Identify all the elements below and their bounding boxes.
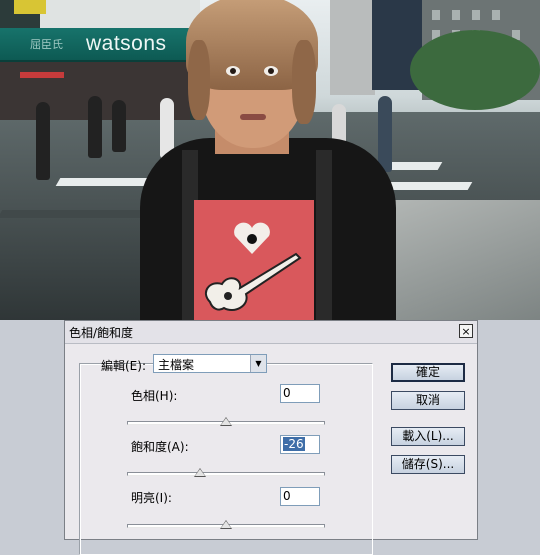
lightness-label: 明亮(I): [131,491,172,505]
person-eye [264,66,278,76]
dialog-titlebar[interactable]: 色相/飽和度 × [65,321,477,344]
hue-value: 0 [283,386,291,400]
saturation-value: -26 [283,437,305,451]
hue-saturation-dialog: 色相/飽和度 × 編輯(E): 主檔案 ▼ 色相(H): 0 飽和度(A): -… [64,320,478,555]
cancel-button[interactable]: 取消 [391,391,465,410]
edit-label: 編輯(E): [101,359,146,373]
hue-slider-thumb[interactable] [220,417,232,426]
edit-channel-value: 主檔案 [158,358,195,372]
lightness-value: 0 [283,489,291,503]
backpack-strap [316,150,332,320]
edit-channel-select[interactable]: 主檔案 ▼ [153,354,267,373]
saturation-input[interactable]: -26 [280,435,320,454]
pedestrian [112,100,126,152]
ok-button[interactable]: 確定 [391,363,465,382]
chevron-down-icon[interactable]: ▼ [250,355,266,372]
guitar-print [204,252,302,312]
yellow-sign [14,0,46,14]
person-eye [226,66,240,76]
crosswalk-shadow [0,210,153,218]
close-icon[interactable]: × [459,324,473,338]
pedestrian [36,102,50,180]
background-photo: 屈臣氏 watsons [0,0,540,320]
person-hair [292,40,316,124]
lightness-input[interactable]: 0 [280,487,320,506]
hue-label: 色相(H): [131,389,178,403]
pedestrian [88,96,102,158]
building-facade [40,0,200,30]
store-sign-text: watsons [86,32,167,55]
lightness-slider-thumb[interactable] [220,520,232,529]
save-button[interactable]: 儲存(S)... [391,455,465,474]
person-hair [188,40,210,120]
dialog-title: 色相/飽和度 [69,326,134,340]
store-sign-chinese: 屈臣氏 [30,38,63,51]
street-trees [410,30,540,110]
shop-lights [20,72,64,78]
saturation-slider-thumb[interactable] [194,468,207,477]
saturation-label: 飽和度(A): [131,440,189,454]
person-mouth [240,114,266,120]
hue-input[interactable]: 0 [280,384,320,403]
load-button[interactable]: 載入(L)... [391,427,465,446]
pedestrian [378,96,392,172]
saturation-slider[interactable] [127,472,325,476]
building [330,0,375,95]
